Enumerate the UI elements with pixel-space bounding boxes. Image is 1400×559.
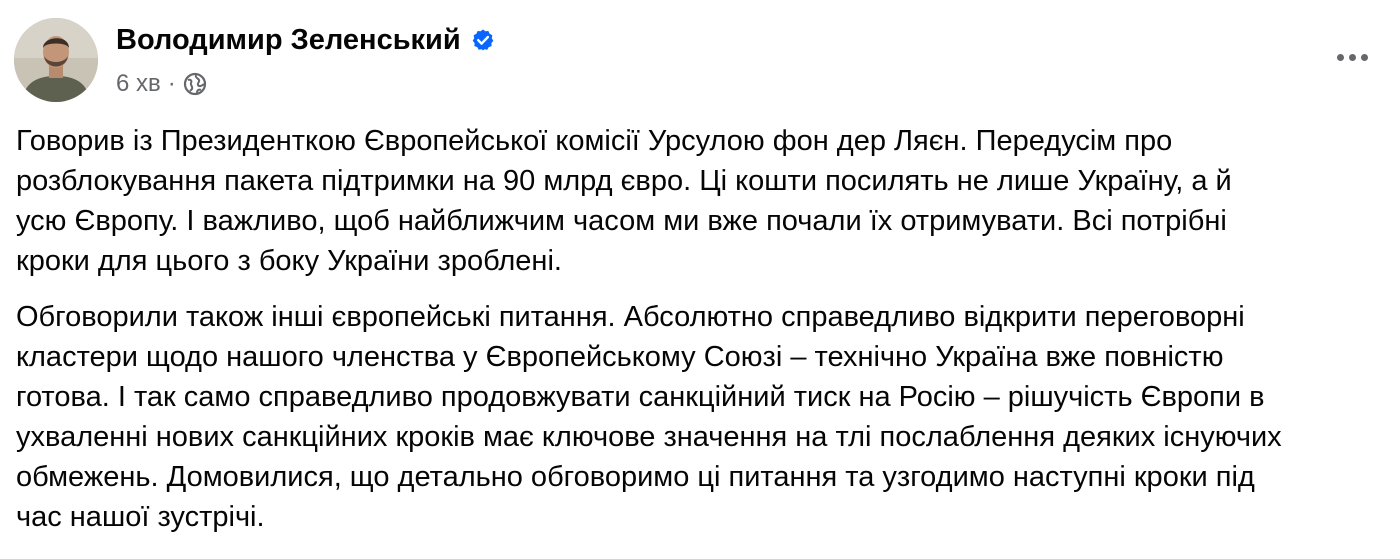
post-meta: Володимир Зеленський 6 хв · [116,22,495,98]
profile-photo-icon [14,18,98,102]
facebook-post: Володимир Зеленський 6 хв · Говорив із П… [0,0,1400,559]
post-header: Володимир Зеленський 6 хв · [14,18,495,102]
author-row: Володимир Зеленський [116,22,495,58]
verified-badge-icon [471,28,495,52]
more-options-button[interactable] [1330,38,1374,76]
post-body: Говорив із Президенткою Європейської ком… [16,121,1386,537]
post-timestamp[interactable]: 6 хв [116,70,161,98]
avatar[interactable] [14,18,98,102]
author-name[interactable]: Володимир Зеленський [116,22,461,58]
post-paragraph: Обговорили також інші європейські питанн… [16,301,1282,533]
post-subtitle: 6 хв · [116,70,495,98]
post-paragraph: Говорив із Президенткою Європейської ком… [16,125,1232,277]
more-dot [1360,53,1368,61]
separator-dot: · [167,70,176,97]
more-dot [1336,53,1344,61]
globe-icon[interactable] [183,72,207,96]
more-dot [1348,53,1356,61]
